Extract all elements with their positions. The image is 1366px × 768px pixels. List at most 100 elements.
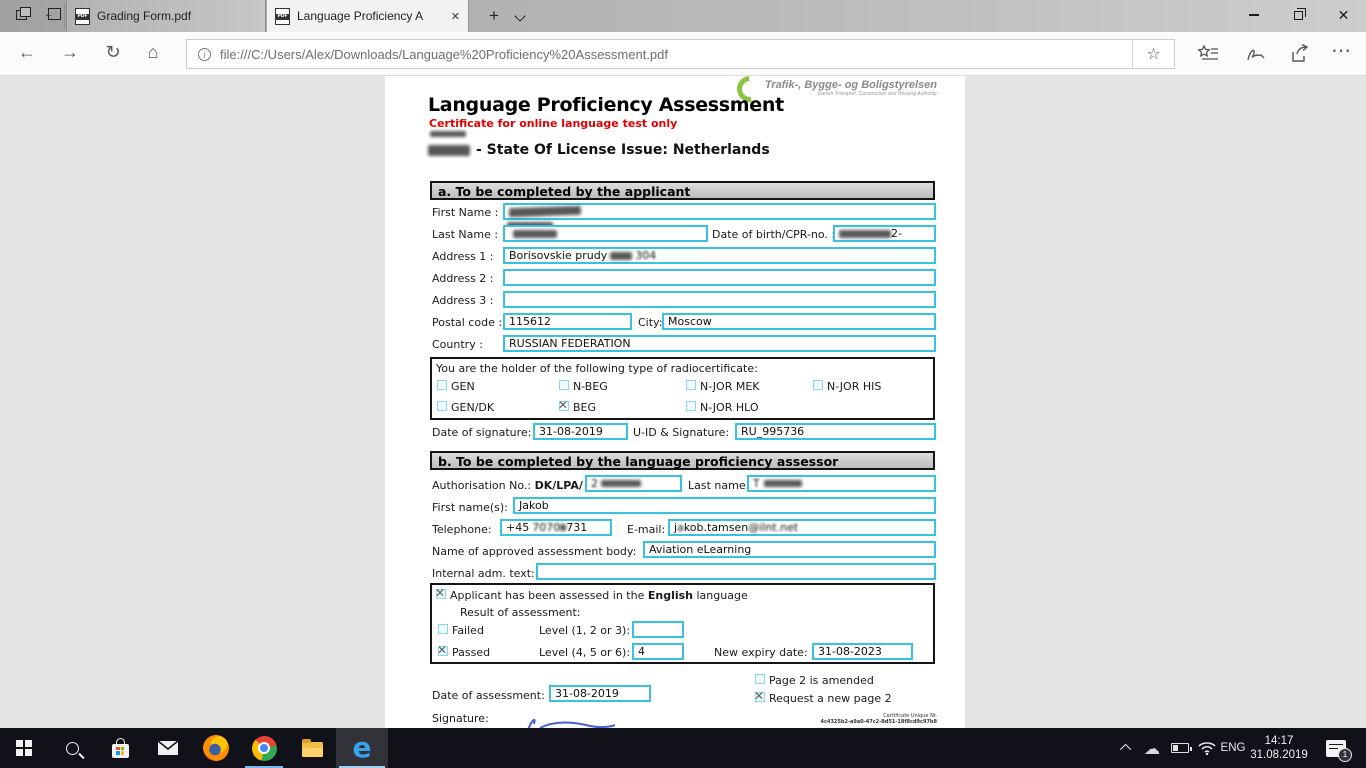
city-field[interactable]: Moscow (662, 313, 936, 330)
dob-label: Date of birth/CPR-no. : (712, 228, 835, 241)
address2-label: Address 2 : (432, 272, 494, 285)
add-favorite-button[interactable]: ☆ (1132, 40, 1174, 68)
language-indicator[interactable]: ENG (1218, 728, 1248, 768)
microsoft-store-button[interactable] (96, 728, 144, 768)
address1-field[interactable]: Borisovskie prudy 304 (503, 247, 936, 264)
battery-tray-icon[interactable] (1166, 728, 1194, 768)
checkbox-gen-dk[interactable] (437, 401, 447, 411)
back-button[interactable]: ← (14, 42, 40, 63)
new-expiry-field[interactable]: 31-08-2023 (812, 643, 913, 660)
edge-button[interactable]: e (336, 728, 388, 768)
redacted-assessor-last-name (764, 480, 802, 487)
set-tabs-aside-arrow: ← (44, 9, 54, 20)
windows-taskbar: e ☁ ENG 14:17 31.08.2019 (0, 728, 1366, 768)
level123-field[interactable] (632, 621, 684, 638)
section-b-header: b. To be completed by the language profi… (430, 451, 935, 470)
search-button[interactable] (48, 728, 96, 768)
start-button[interactable] (0, 728, 48, 768)
action-center-button[interactable]: 1 (1318, 728, 1354, 768)
onedrive-tray-icon[interactable]: ☁ (1140, 728, 1164, 768)
clock[interactable]: 14:17 31.08.2019 (1248, 728, 1310, 768)
date-of-signature-label: Date of signature: (432, 426, 531, 439)
tab-preview-icon-2 (20, 7, 31, 17)
file-explorer-button[interactable] (288, 728, 336, 768)
level456-field[interactable]: 4 (632, 643, 684, 660)
restore-button[interactable] (1276, 0, 1321, 30)
assessed-english-label: Applicant has been assessed in the Engli… (450, 589, 748, 602)
address3-label: Address 3 : (432, 294, 494, 307)
assessor-last-name-field[interactable]: T (747, 475, 936, 492)
wifi-tray-icon[interactable] (1194, 728, 1220, 768)
show-hidden-icons-button[interactable] (1116, 728, 1138, 768)
page-info-icon[interactable]: i (198, 48, 211, 61)
forward-button[interactable]: → (57, 42, 83, 63)
date-of-signature-field[interactable]: 31-08-2019 (533, 423, 628, 440)
browser-nav-bar: ← → ↻ ⌂ i file:///C:/Users/Alex/Download… (0, 32, 1366, 76)
browser-tab-bar: ← PDF Grading Form.pdf PDF Language Prof… (0, 0, 1366, 32)
checkbox-n-jor-mek[interactable] (686, 380, 696, 390)
checkbox-n-jor-mek-label: N-JOR MEK (700, 380, 760, 393)
close-button[interactable]: ✕ (1321, 0, 1366, 30)
checkbox-n-jor-hlo[interactable] (686, 401, 696, 411)
email-field[interactable]: jakob.tamsen@ilnt.net (668, 519, 936, 536)
firefox-icon (203, 735, 229, 761)
pdf-file-icon: PDF (75, 8, 90, 25)
request-page2-label: Request a new page 2 (769, 692, 892, 705)
last-name-field[interactable] (503, 225, 708, 242)
internal-adm-field[interactable] (536, 563, 936, 580)
pdf-page: Trafik-, Bygge- og Boligstyrelsen Danish… (385, 76, 965, 728)
authorisation-prefix: DK/LPA/ (535, 479, 583, 492)
share-icon[interactable] (1289, 44, 1311, 64)
tab-close-icon[interactable]: ✕ (445, 10, 460, 23)
checkmark-icon: ✕ (558, 400, 568, 410)
tab-language-proficiency[interactable]: PDF Language Proficiency A ✕ (267, 0, 469, 32)
url-text[interactable]: file:///C:/Users/Alex/Downloads/Language… (220, 47, 1132, 62)
chrome-button[interactable] (240, 728, 288, 768)
date-of-assessment-label: Date of assessment: (432, 689, 545, 702)
checkbox-failed[interactable] (438, 624, 448, 634)
minimize-button[interactable] (1231, 0, 1276, 30)
country-field[interactable]: RUSSIAN FEDERATION (503, 335, 936, 352)
authorisation-label: Authorisation No.: DK/LPA/ (432, 479, 583, 492)
more-options-button[interactable]: ⋯ (1328, 38, 1354, 63)
pdf-file-icon: PDF (275, 8, 290, 25)
level123-label: Level (1, 2 or 3): (539, 624, 630, 637)
tab-list-chevron-icon[interactable] (514, 10, 525, 21)
postal-field[interactable]: 115612 (503, 313, 632, 330)
address3-field[interactable] (503, 291, 936, 308)
web-note-pen-icon[interactable] (1245, 44, 1267, 64)
first-name-field[interactable] (503, 203, 936, 220)
checkbox-n-jor-his[interactable] (813, 380, 823, 390)
firefox-button[interactable] (192, 728, 240, 768)
uid-signature-label: U-ID & Signature: (633, 426, 729, 439)
close-icon: ✕ (1338, 7, 1350, 24)
assessor-last-name-label: Last name: (688, 479, 749, 492)
authorisation-field[interactable]: 2 (585, 475, 682, 492)
checkbox-n-beg[interactable] (559, 380, 569, 390)
dob-field[interactable]: 2- (833, 225, 936, 242)
checkbox-page2-amended[interactable] (755, 674, 765, 684)
telephone-label: Telephone: (432, 523, 492, 536)
pdf-viewer[interactable]: Trafik-, Bygge- og Boligstyrelsen Danish… (0, 76, 1366, 728)
date-of-assessment-field[interactable]: 31-08-2019 (549, 685, 651, 702)
license-heading: - State Of License Issue: Netherlands (428, 142, 770, 158)
address2-field[interactable] (503, 269, 936, 286)
first-names-field[interactable]: Jakob (513, 497, 936, 514)
assessment-body-field[interactable]: Aviation eLearning (643, 541, 936, 558)
favorites-hub-icon[interactable] (1197, 44, 1219, 64)
address-bar[interactable]: i file:///C:/Users/Alex/Downloads/Langua… (186, 39, 1175, 69)
home-button[interactable]: ⌂ (140, 42, 166, 63)
result-of-assessment-label: Result of assessment: (460, 606, 581, 619)
refresh-button[interactable]: ↻ (100, 42, 126, 63)
uid-signature-field[interactable]: RU_995736 (735, 423, 936, 440)
signature-label: Signature: (432, 712, 489, 725)
telephone-field[interactable]: +45 7070 731 (500, 519, 612, 536)
redacted-tel-digit (560, 524, 566, 531)
tab-grading-form[interactable]: PDF Grading Form.pdf (66, 0, 266, 32)
time: 14:17 (1250, 734, 1308, 748)
new-tab-button[interactable]: + (482, 4, 506, 28)
mail-button[interactable] (144, 728, 192, 768)
checkbox-gen[interactable] (437, 380, 447, 390)
redacted-authorisation (601, 480, 641, 487)
star-icon: ☆ (1146, 44, 1160, 64)
